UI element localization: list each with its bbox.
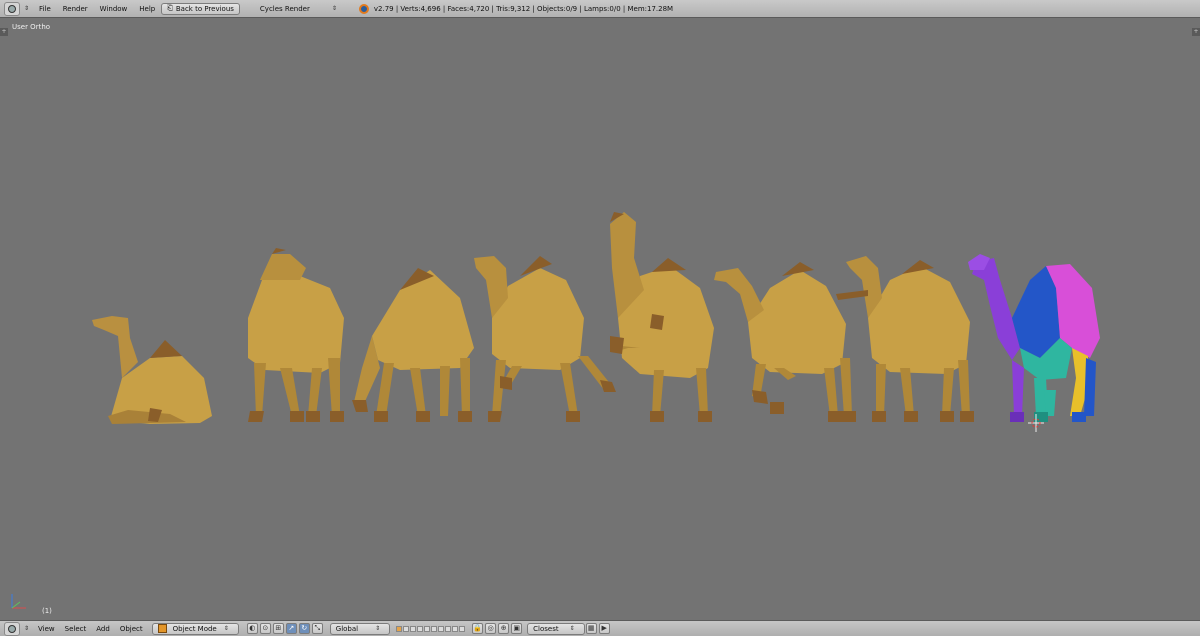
rotate-manipulator-icon[interactable]: ↻ [298,623,310,634]
mode-label: Object Mode [172,624,217,633]
dropdown-arrows-icon: ⇕ [569,625,575,632]
info-header: ⇕ File Render Window Help ⎗ Back to Prev… [0,0,1200,18]
snap-icon[interactable]: ⊕ [498,623,510,634]
scene-stats: v2.79 | Verts:4,696 | Faces:4,720 | Tris… [373,4,674,13]
menu-window[interactable]: Window [94,5,134,13]
camel-head-high[interactable] [610,212,714,422]
manipulator-toggle-icon[interactable]: ⊞ [272,623,284,634]
camel-standing-side[interactable] [836,256,974,422]
opengl-render-icon[interactable]: ▦ [585,623,597,634]
camel-walking-2[interactable] [714,262,856,422]
render-engine-label: Cycles Render [259,4,310,13]
camel-standing-front[interactable] [248,248,344,422]
translate-manipulator-icon[interactable]: ↗ [285,623,297,634]
menu-add[interactable]: Add [91,623,115,635]
camel-walking-1[interactable] [474,256,616,422]
menu-view[interactable]: View [33,623,60,635]
mode-select[interactable]: Object Mode ⇕ [151,622,239,635]
axis-gizmo-icon [8,590,32,614]
blender-logo-icon [358,3,369,14]
editor-type-arrows-icon[interactable]: ⇕ [24,625,29,632]
dropdown-arrows-icon: ⇕ [375,625,381,632]
3d-viewport[interactable]: User Ortho + + (1) [0,18,1200,620]
layer-buttons[interactable] [396,625,466,632]
camel-grazing[interactable] [352,268,474,422]
3d-view-header: ⇕ View Select Add Object Object Mode ⇕ ◐… [0,620,1200,636]
render-engine-select[interactable]: Cycles Render ⇕ [254,3,347,15]
camel-lying[interactable] [92,316,212,424]
snap-target-label: Closest [533,624,559,633]
camel-models [92,212,1100,432]
dropdown-arrows-icon: ⇕ [223,625,229,632]
menu-object[interactable]: Object [115,623,148,635]
orientation-label: Global [335,624,359,633]
3d-view-editor-icon[interactable] [4,621,20,636]
menu-select[interactable]: Select [60,623,92,635]
menu-help[interactable]: Help [133,5,161,13]
object-mode-icon [157,624,167,633]
lock-camera-icon[interactable]: 🔒 [472,623,484,634]
back-to-previous-label: Back to Previous [175,4,234,13]
menu-render[interactable]: Render [57,5,94,13]
frame-label: (1) [42,607,52,615]
camel-uv-colored[interactable] [968,254,1100,432]
editor-type-arrows-icon[interactable]: ⇕ [24,5,29,12]
pivot-point-icon[interactable]: ⊙ [259,623,271,634]
opengl-animation-icon[interactable]: ▶ [598,623,610,634]
snap-target-select[interactable]: Closest ⇕ [527,622,585,635]
transform-orientation-select[interactable]: Global ⇕ [329,622,391,635]
snap-element-icon[interactable]: ▣ [511,623,523,634]
scale-manipulator-icon[interactable]: ⤡ [311,623,323,634]
back-icon: ⎗ [167,4,173,12]
dropdown-arrows-icon: ⇕ [331,5,337,12]
editor-type-icon[interactable] [4,1,20,16]
proportional-edit-icon[interactable]: ◎ [485,623,497,634]
viewport-shading-icon[interactable]: ◐ [246,623,258,634]
menu-file[interactable]: File [33,5,57,13]
back-to-previous-button[interactable]: ⎗ Back to Previous [161,2,240,15]
